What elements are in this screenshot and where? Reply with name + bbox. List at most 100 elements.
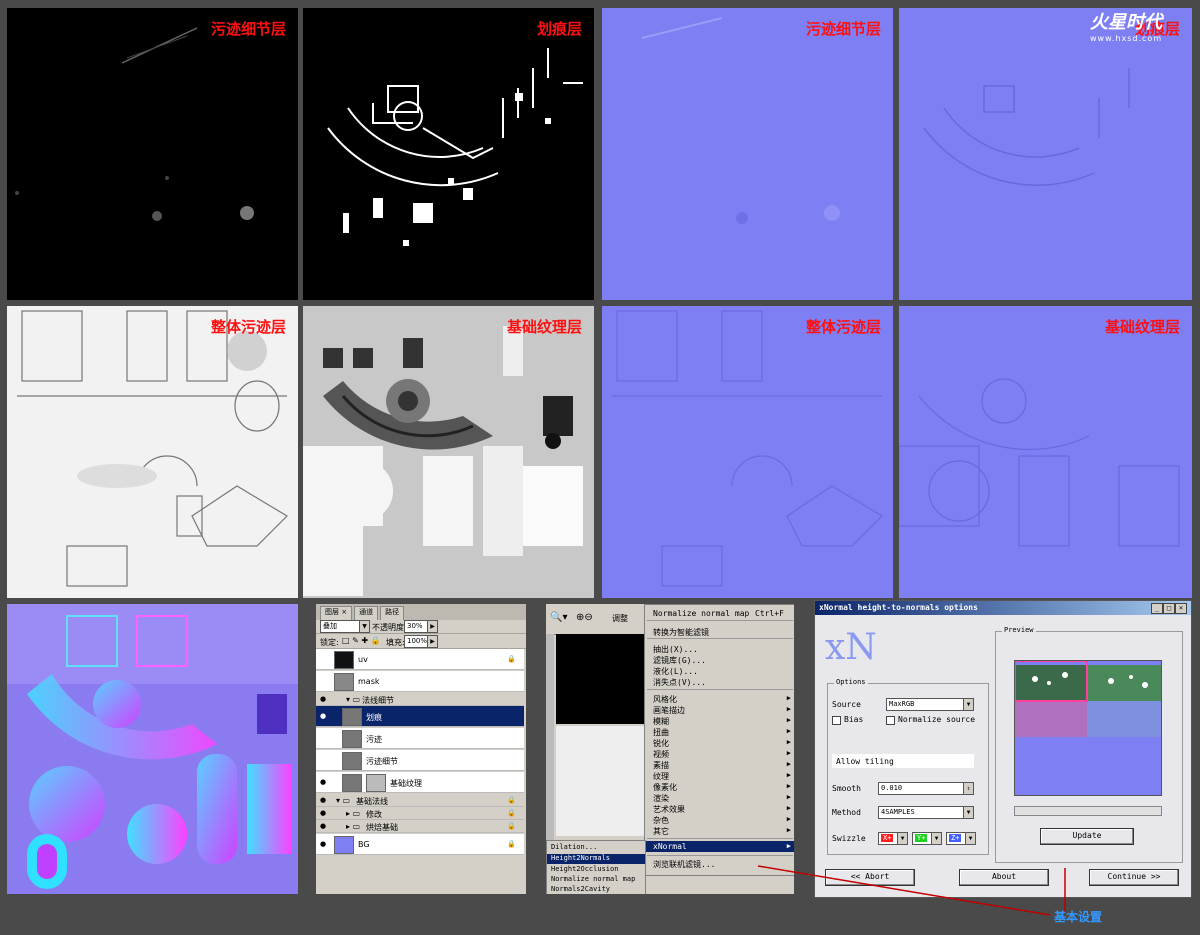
lock-icon: 🔒	[507, 822, 516, 830]
layer-group-bake-base[interactable]: ● ▸ ▭ 烘焙基础 🔒	[316, 820, 524, 833]
method-label: Method	[832, 808, 861, 817]
dirt-detail-map: 污迹细节层	[7, 8, 298, 300]
menu-item-pixelate[interactable]: 像素化	[653, 782, 677, 793]
method-value: 4SAMPLES	[881, 808, 915, 816]
menu-item-normalize[interactable]: Normalize normal map	[653, 609, 749, 618]
submenu-normalize[interactable]: Normalize normal map	[551, 875, 635, 883]
menu-item-blur[interactable]: 模糊	[653, 716, 669, 727]
eye-icon[interactable]: ●	[320, 809, 326, 817]
layer-row-dirt-detail[interactable]: 污迹细节	[316, 750, 524, 771]
layer-row-uv[interactable]: uv 🔒	[316, 649, 524, 670]
bias-checkbox[interactable]	[832, 716, 841, 725]
menu-item-vanishing-point[interactable]: 消失点(V)...	[653, 677, 706, 688]
bias-label: Bias	[844, 715, 864, 724]
layer-name: 法线细节	[362, 696, 394, 705]
chevron-right-icon: ▶	[786, 815, 791, 823]
folder-icon: ▸ ▭	[346, 809, 361, 818]
label-overall-dirt-normal: 整体污迹层	[805, 318, 881, 336]
layer-row-mask[interactable]: mask	[316, 671, 524, 692]
menu-item-distort[interactable]: 扭曲	[653, 727, 669, 738]
maximize-icon[interactable]: □	[1163, 603, 1175, 614]
about-button[interactable]: About	[959, 869, 1049, 886]
menu-item-smart-filter[interactable]: 转换为智能滤镜	[653, 627, 709, 638]
layer-row-scratch[interactable]: ● 划痕	[316, 706, 524, 727]
lock-icon: 🔒	[507, 840, 516, 848]
menu-item-render[interactable]: 渲染	[653, 793, 669, 804]
minimize-icon[interactable]: _	[1151, 603, 1163, 614]
layer-group-base-normal[interactable]: ● ▾ ▭ 基础法线 🔒	[316, 794, 524, 807]
filter-menu: Normalize normal map Ctrl+F 转换为智能滤镜 抽出(X…	[644, 604, 794, 876]
spinner-icon[interactable]: ⇕	[963, 783, 973, 794]
swizzle-y-select[interactable]: Y+ ▼	[912, 832, 942, 845]
menu-item-sketch[interactable]: 素描	[653, 760, 669, 771]
lock-icons[interactable]: □ ✎ ✚ 🔒	[342, 636, 381, 645]
swizzle-x-select[interactable]: X+ ▼	[878, 832, 908, 845]
lock-label: 锁定:	[320, 638, 339, 647]
xnormal-submenu: Dilation... Height2Normals Height2Occlus…	[546, 840, 646, 894]
layer-group-normal-detail[interactable]: ● ▾ ▭ 法线细节	[316, 693, 524, 706]
zoom-in-out-icons[interactable]: ⊕⊖	[576, 612, 593, 623]
tab-layers[interactable]: 图层 ×	[320, 606, 353, 620]
menu-item-brush-strokes[interactable]: 画笔描边	[653, 705, 685, 716]
menu-item-browse-online[interactable]: 浏览联机滤镜...	[653, 859, 715, 870]
abort-button[interactable]: << Abort	[825, 869, 915, 886]
menu-item-other[interactable]: 其它	[653, 826, 669, 837]
layer-row-dirt[interactable]: 污迹	[316, 728, 524, 749]
chevron-right-icon: ▶	[786, 782, 791, 790]
eye-icon[interactable]: ●	[320, 695, 326, 703]
tab-channels[interactable]: 通道	[354, 606, 379, 620]
label-dirt-detail-normal: 污迹细节层	[805, 20, 881, 38]
normalize-source-checkbox[interactable]	[886, 716, 895, 725]
submenu-dilation[interactable]: Dilation...	[551, 843, 597, 851]
eye-icon[interactable]: ●	[320, 712, 326, 720]
fill-input[interactable]: 100% ▶	[404, 635, 438, 648]
layer-row-base-texture[interactable]: ● 基础纹理	[316, 772, 524, 793]
eye-icon[interactable]: ●	[320, 796, 326, 804]
chevron-down-icon: ▼	[897, 833, 907, 844]
update-button[interactable]: Update	[1040, 828, 1134, 845]
menu-item-stylize[interactable]: 风格化	[653, 694, 677, 705]
close-icon[interactable]: ×	[1175, 603, 1187, 614]
eye-icon[interactable]: ●	[320, 840, 326, 848]
dialog-title: xNormal height-to-normals options	[819, 603, 978, 612]
options-group: Options Source MaxRGB ▼ Bias Normalize s…	[827, 678, 989, 855]
chevron-right-icon: ▶	[786, 760, 791, 768]
allow-tiling-option[interactable]: Allow tiling	[832, 754, 974, 768]
zoom-tool-icon[interactable]: 🔍▾	[550, 612, 567, 623]
menu-item-liquify[interactable]: 液化(L)...	[653, 666, 698, 677]
submenu-height2occlusion[interactable]: Height2Occlusion	[551, 865, 618, 873]
menu-item-artistic[interactable]: 艺术效果	[653, 804, 685, 815]
menu-item-video[interactable]: 视频	[653, 749, 669, 760]
chevron-down-icon: ▼	[931, 833, 941, 844]
source-select[interactable]: MaxRGB ▼	[886, 698, 974, 711]
eye-icon[interactable]: ●	[320, 778, 326, 786]
continue-button[interactable]: Continue >>	[1089, 869, 1179, 886]
dirt-detail-normal-texture	[641, 17, 840, 224]
layer-name: uv	[358, 655, 368, 664]
menu-item-extract[interactable]: 抽出(X)...	[653, 644, 698, 655]
layer-row-bg[interactable]: ● BG 🔒	[316, 834, 524, 855]
scratch-normal-map: 划痕层	[899, 8, 1192, 300]
base-texture-normal-map: 基础纹理层	[899, 306, 1192, 598]
dirt-detail-normal-map: 污迹细节层	[602, 8, 893, 300]
tab-paths[interactable]: 路径	[380, 606, 405, 620]
blend-mode-select[interactable]: 叠加 ▼	[320, 620, 370, 633]
eye-icon[interactable]: ●	[320, 822, 326, 830]
menu-item-xnormal[interactable]: xNormal	[653, 842, 687, 851]
menu-item-texture[interactable]: 纹理	[653, 771, 669, 782]
menu-item-sharpen[interactable]: 锐化	[653, 738, 669, 749]
chevron-right-icon: ▶	[786, 694, 791, 702]
submenu-height2normals[interactable]: Height2Normals	[551, 854, 610, 862]
layer-group-modify[interactable]: ● ▸ ▭ 修改 🔒	[316, 807, 524, 820]
smooth-input[interactable]: 0.010 ⇕	[878, 782, 974, 795]
folder-icon: ▸ ▭	[346, 822, 361, 831]
preview-texture	[1014, 660, 1161, 737]
swizzle-z-select[interactable]: Z+ ▼	[946, 832, 976, 845]
opacity-input[interactable]: 30% ▶	[404, 620, 438, 633]
submenu-normals2cavity[interactable]: Normals2Cavity	[551, 885, 610, 893]
method-select[interactable]: 4SAMPLES ▼	[878, 806, 974, 819]
menu-item-filter-gallery[interactable]: 滤镜库(G)...	[653, 655, 706, 666]
layer-name: 基础法线	[356, 797, 388, 806]
layer-name: BG	[358, 840, 370, 849]
menu-item-noise[interactable]: 杂色	[653, 815, 669, 826]
